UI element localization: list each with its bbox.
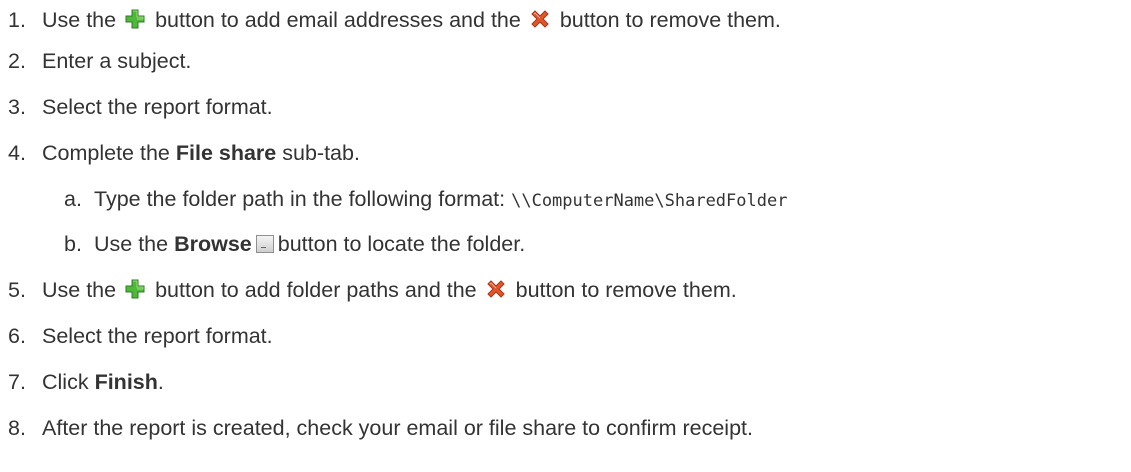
remove-icon [531, 10, 549, 28]
step-number: b. [64, 232, 82, 256]
step-number: 6. [8, 324, 26, 348]
step-number: 1. [8, 8, 26, 32]
add-icon [125, 9, 145, 29]
step-text: Use the [42, 278, 117, 302]
add-icon [125, 279, 145, 299]
step-text: Click [42, 370, 89, 394]
step-7: 7. Click Finish. [0, 362, 164, 402]
step-text: Enter a subject. [42, 49, 192, 73]
step-1: 1. Use the button to add email addresses … [0, 0, 781, 40]
step-text: Use the [94, 232, 169, 256]
step-2: 2. Enter a subject. [0, 41, 191, 81]
step-3: 3. Select the report format. [0, 87, 273, 127]
step-text: button to add email addresses and the [155, 8, 521, 32]
step-4a: a. Type the folder path in the following … [56, 179, 787, 219]
step-number: 5. [8, 278, 26, 302]
step-4: 4. Complete the File share sub-tab. [0, 133, 360, 173]
step-text: After the report is created, check your … [42, 416, 753, 440]
step-number: 7. [8, 370, 26, 394]
browse-label: Browse [174, 232, 252, 256]
step-number: 2. [8, 49, 26, 73]
step-text: sub-tab. [282, 141, 360, 165]
step-number: 8. [8, 416, 26, 440]
step-text: Use the [42, 8, 117, 32]
step-4b: b. Use the Browse button to locate the fol… [56, 224, 525, 264]
remove-icon [486, 280, 505, 298]
step-text: . [157, 370, 164, 394]
step-text: button to remove them. [515, 278, 737, 302]
step-text: Select the report format. [42, 324, 273, 348]
step-text: Select the report format. [42, 95, 273, 119]
folder-path-format: \\ComputerName\SharedFolder [511, 191, 788, 211]
step-number: 3. [8, 95, 26, 119]
finish-label: Finish [94, 370, 158, 394]
step-text: button to locate the folder. [277, 232, 526, 256]
instruction-list: 1. Use the button to add email addresses … [0, 0, 1131, 472]
step-text: button to remove them. [559, 8, 781, 32]
step-6: 6. Select the report format. [0, 316, 273, 356]
step-text: button to add folder paths and the [155, 278, 477, 302]
step-text: Type the folder path in the following fo… [94, 187, 506, 211]
step-8: 8. After the report is created, check you… [0, 408, 753, 448]
step-5: 5. Use the button to add folder paths and… [0, 270, 737, 310]
browse-icon [255, 235, 274, 253]
step-number: a. [64, 187, 82, 211]
step-number: 4. [8, 141, 26, 165]
file-share-label: File share [175, 141, 277, 165]
step-text: Complete the [42, 141, 170, 165]
